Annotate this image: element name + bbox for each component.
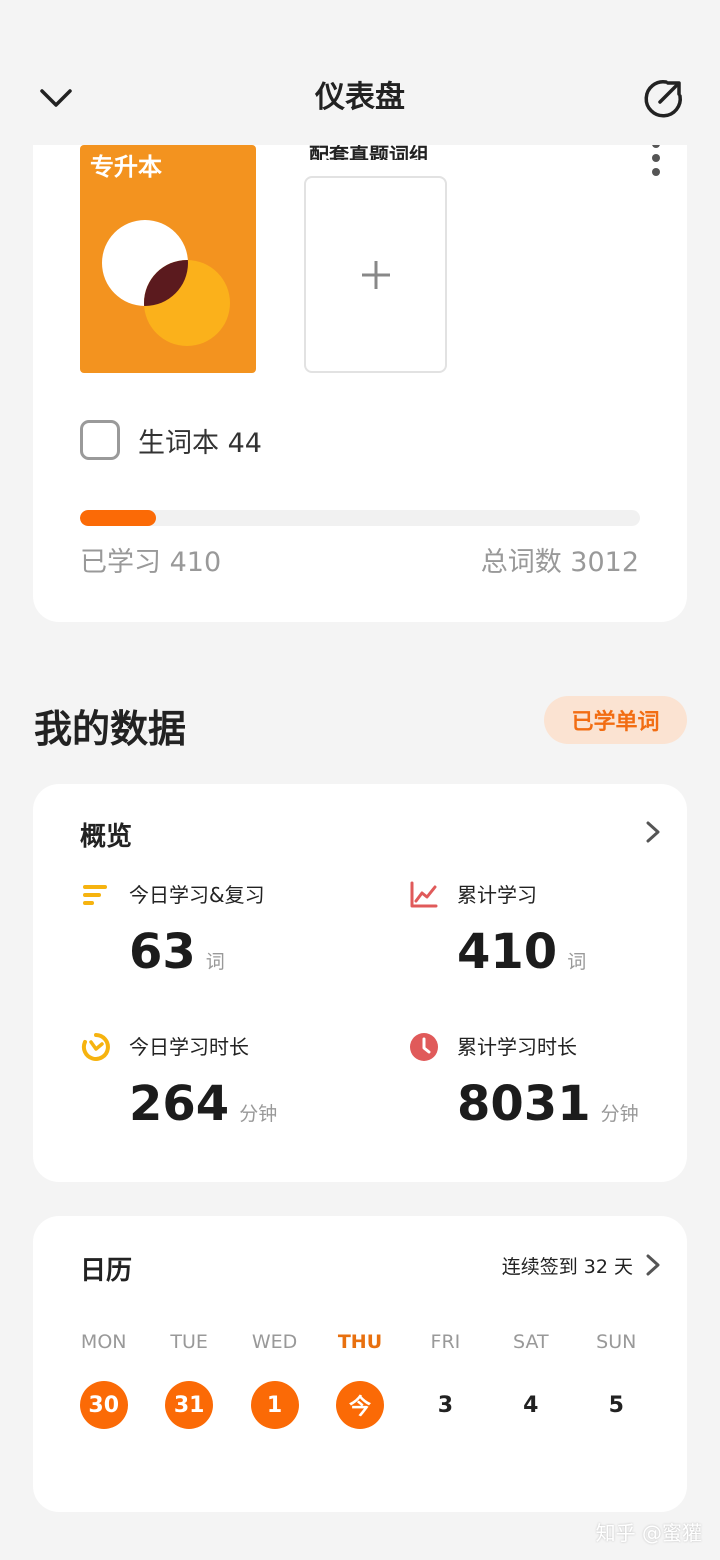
calendar-day[interactable]: TUE 31 <box>146 1329 231 1429</box>
day-number: 1 <box>250 1381 299 1429</box>
day-number: 5 <box>608 1392 624 1418</box>
overview-title: 概览 <box>80 822 133 852</box>
checkin-streak[interactable]: 连续签到 32 天 <box>502 1252 633 1279</box>
timer-icon <box>81 1033 110 1061</box>
share-button[interactable] <box>642 76 686 120</box>
more-options-button[interactable] <box>649 140 663 176</box>
stat-label: 今日学习&复习 <box>129 883 265 907</box>
vocab-checkbox[interactable] <box>80 420 120 460</box>
weekday-label: MON <box>80 1331 127 1353</box>
stat-value-wrap: 63 词 <box>129 922 225 992</box>
weekday-label: SUN <box>596 1331 637 1353</box>
stat-label: 今日学习时长 <box>129 1035 249 1059</box>
clock-icon <box>410 1033 438 1061</box>
stat-value-wrap: 410 词 <box>457 922 586 992</box>
cover-circle-overlap <box>102 220 188 306</box>
vocab-book-row[interactable]: 生词本 44 <box>80 420 262 460</box>
cover-title: 专升本 <box>90 153 162 181</box>
day-number: 31 <box>165 1381 214 1429</box>
stat-value: 264 <box>129 1076 230 1132</box>
header: 仪表盘 <box>0 0 720 145</box>
calendar-card[interactable]: 日历 连续签到 32 天 MON 30 TUE 31 WED 1 THU 今 FRI 3 SAT 4 S… <box>33 1216 687 1512</box>
calendar-day[interactable]: FRI 3 <box>403 1329 488 1429</box>
day-number: 30 <box>79 1381 128 1429</box>
vocab-book-label: 生词本 44 <box>138 427 262 459</box>
calendar-day[interactable]: SUN 5 <box>574 1329 659 1429</box>
stat-value: 8031 <box>457 1076 591 1132</box>
weekday-label: SAT <box>513 1331 549 1353</box>
calendar-chevron-right-icon[interactable] <box>641 1253 665 1277</box>
section-title: 我的数据 <box>34 707 187 751</box>
plus-icon <box>361 260 390 289</box>
line-chart-icon <box>410 881 438 908</box>
stat-value: 63 <box>129 924 196 980</box>
overview-card[interactable]: 概览 今日学习&复习 63 词 累计学习 410 词 今日学习时长 264 分钟 <box>33 784 687 1182</box>
weekday-label: TUE <box>170 1331 208 1353</box>
calendar-day[interactable]: MON 30 <box>61 1329 146 1429</box>
book-cover[interactable]: 专升本 <box>80 145 256 373</box>
day-number: 4 <box>523 1392 539 1418</box>
learned-count: 已学习 410 <box>80 547 222 578</box>
day-number: 3 <box>437 1392 454 1418</box>
stat-value: 410 <box>457 924 558 980</box>
weekday-label: THU <box>337 1331 383 1353</box>
stat-unit: 词 <box>205 951 225 973</box>
calendar-day[interactable]: WED 1 <box>232 1329 317 1429</box>
add-group-button[interactable] <box>304 176 447 373</box>
stat-label: 累计学习 <box>457 883 537 907</box>
week-row: MON 30 TUE 31 WED 1 THU 今 FRI 3 SAT 4 SUN 5 <box>61 1329 659 1429</box>
page-title: 仪表盘 <box>315 80 405 115</box>
calendar-title: 日历 <box>80 1256 133 1286</box>
stat-label: 累计学习时长 <box>457 1035 577 1059</box>
stat-unit: 分钟 <box>600 1103 639 1125</box>
stat-unit: 分钟 <box>239 1103 278 1125</box>
learning-progress-bar <box>80 510 640 526</box>
progress-fill <box>80 510 157 526</box>
watermark: 知乎 @蜜獾 <box>595 1521 702 1545</box>
total-count: 总词数 3012 <box>480 547 639 578</box>
weekday-label: WED <box>251 1331 298 1353</box>
overview-chevron-right-icon[interactable] <box>641 820 665 844</box>
weekday-label: FRI <box>430 1331 461 1353</box>
stat-unit: 词 <box>567 951 587 973</box>
calendar-day[interactable]: SAT 4 <box>488 1329 573 1429</box>
bars-icon <box>83 885 107 905</box>
book-card: 专升本 配套真题词组 生词本 44 已学习 410 总词数 3012 <box>33 100 687 622</box>
day-number: 今 <box>335 1381 384 1429</box>
stat-value-wrap: 8031 分钟 <box>457 1074 639 1144</box>
share-icon <box>644 80 682 118</box>
learned-words-button[interactable]: 已学单词 <box>544 696 687 744</box>
stat-value-wrap: 264 分钟 <box>129 1074 277 1144</box>
calendar-day[interactable]: THU 今 <box>317 1329 402 1429</box>
